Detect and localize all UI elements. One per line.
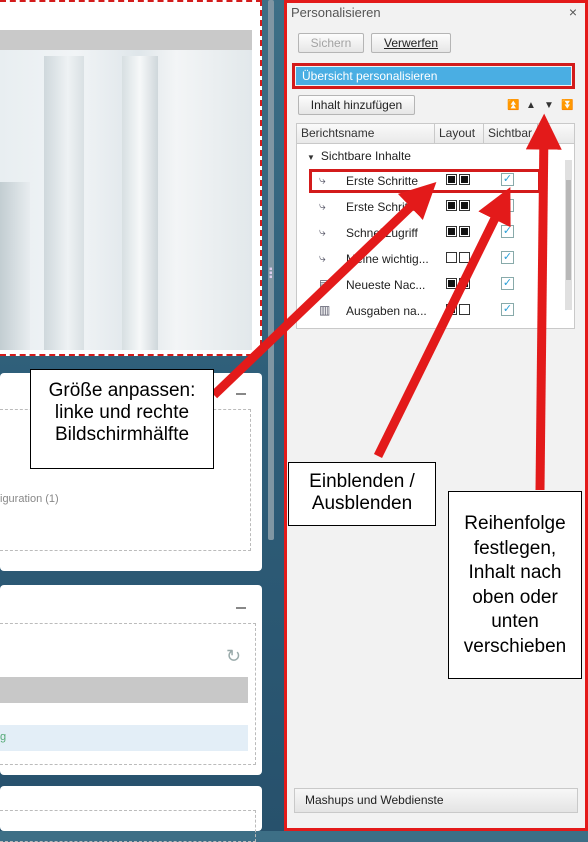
arrow-toggle	[373, 187, 511, 458]
callout-order: Reihenfolge festlegen, Inhalt nach oben …	[448, 491, 582, 679]
callout-line: Bildschirmhälfte	[54, 424, 190, 445]
arrow-order	[525, 113, 562, 491]
callout-show-hide: Einblenden / Ausblenden	[288, 462, 436, 526]
callout-line: Größe anpassen:	[48, 380, 196, 401]
callout-line: unten	[491, 611, 539, 632]
callout-line: festlegen,	[473, 537, 557, 559]
callout-line: Inhalt nach	[468, 562, 562, 583]
callout-line: Ausblenden	[311, 493, 413, 514]
callout-line: Einblenden /	[309, 471, 415, 492]
callout-line: verschieben	[463, 635, 567, 657]
callout-line: linke und rechte	[54, 402, 190, 423]
arrow-resize	[210, 182, 437, 399]
callout-line: Reihenfolge	[464, 513, 566, 534]
callout-resize: Größe anpassen: linke und rechte Bildsch…	[30, 369, 214, 469]
callout-line: oben oder	[472, 586, 558, 608]
